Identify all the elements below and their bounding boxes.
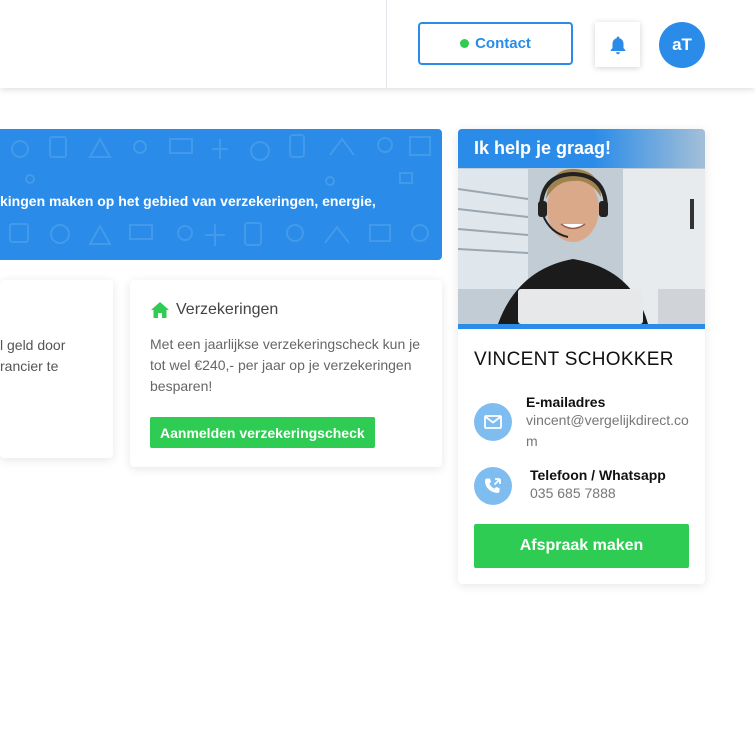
make-appointment-button[interactable]: Afspraak maken bbox=[474, 524, 689, 568]
insurance-card-description: Met een jaarlijkse verzekeringscheck kun… bbox=[150, 336, 421, 394]
contact-button-label: Contact bbox=[475, 35, 531, 52]
help-card: Ik help je graag! VINCENT SCHOKKER E-mai… bbox=[458, 129, 705, 584]
phone-icon-circle bbox=[474, 467, 512, 505]
online-status-dot bbox=[460, 39, 470, 48]
money-card-text: l geld door rancier te bbox=[0, 337, 66, 374]
banner-text: kingen maken op het gebied van verzekeri… bbox=[0, 193, 442, 209]
bell-icon bbox=[610, 36, 625, 54]
house-icon bbox=[151, 302, 169, 318]
email-contact-row: E-mailadres vincent@vergelijkdirect.com bbox=[474, 394, 689, 449]
email-icon-circle bbox=[474, 403, 512, 441]
banner-text-bold: verzekeringen, energie, bbox=[220, 193, 376, 209]
email-label: E-mailadres bbox=[526, 394, 606, 410]
agent-photo: Ik help je graag! bbox=[458, 129, 705, 324]
insurance-card-title: Verzekeringen bbox=[150, 301, 278, 319]
help-card-heading: Ik help je graag! bbox=[458, 129, 705, 168]
insurance-card: Verzekeringen Met een jaarlijkse verzeke… bbox=[130, 280, 442, 467]
notifications-button[interactable] bbox=[595, 22, 640, 67]
mail-icon bbox=[484, 415, 502, 429]
header-divider bbox=[386, 0, 387, 88]
top-bar: Contact aT bbox=[0, 0, 755, 88]
help-card-accent-bar bbox=[458, 324, 705, 329]
phone-label: Telefoon / Whatsapp bbox=[530, 467, 666, 483]
banner-text-normal: kingen maken op het gebied van bbox=[0, 193, 221, 209]
contact-button[interactable]: Contact bbox=[418, 22, 573, 65]
insurance-check-button[interactable]: Aanmelden verzekeringscheck bbox=[150, 417, 375, 448]
insurance-card-title-text: Verzekeringen bbox=[176, 301, 279, 318]
phone-forward-icon bbox=[485, 478, 501, 493]
agent-name: VINCENT SCHOKKER bbox=[474, 349, 674, 370]
money-card: l geld door rancier te bbox=[0, 280, 113, 458]
phone-info: Telefoon / Whatsapp 035 685 7888 bbox=[530, 467, 700, 504]
promo-banner: kingen maken op het gebied van verzekeri… bbox=[0, 129, 442, 260]
phone-contact-row: Telefoon / Whatsapp 035 685 7888 bbox=[474, 467, 666, 505]
phone-link[interactable]: 035 685 7888 bbox=[530, 483, 700, 504]
email-link[interactable]: vincent@vergelijkdirect.com bbox=[526, 410, 696, 452]
avatar-initials: aT bbox=[672, 35, 692, 54]
user-avatar[interactable]: aT bbox=[659, 22, 705, 68]
email-info: E-mailadres vincent@vergelijkdirect.com bbox=[526, 394, 696, 452]
